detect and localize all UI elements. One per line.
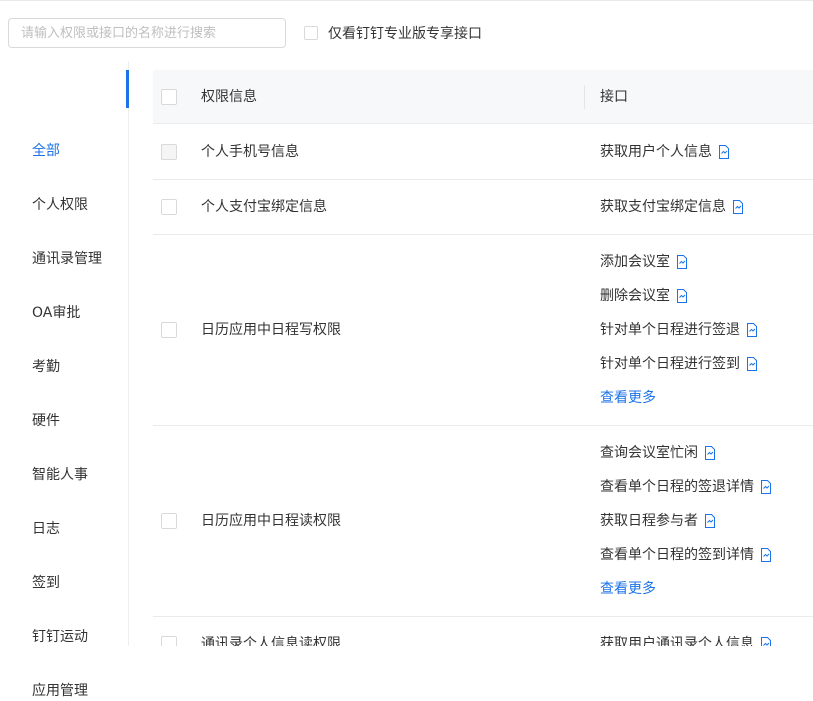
api-name: 获取用户个人信息 <box>600 144 712 160</box>
header-divider <box>584 85 585 109</box>
sidebar-item-log[interactable]: 日志 <box>32 519 60 539</box>
sidebar-item-contacts[interactable]: 通讯录管理 <box>32 249 102 269</box>
table-header: 权限信息 接口 <box>153 70 813 124</box>
document-link-icon[interactable] <box>676 255 688 269</box>
api-name: 查看单个日程的签到详情 <box>600 547 754 563</box>
sidebar-item-smart-hr[interactable]: 智能人事 <box>32 465 88 485</box>
permission-name: 个人手机号信息 <box>201 144 299 160</box>
row-divider <box>153 616 813 617</box>
sidebar-divider <box>128 61 129 646</box>
api-item: 获取用户通讯录个人信息 <box>600 634 772 646</box>
sidebar-item-hardware[interactable]: 硬件 <box>32 411 60 431</box>
header-api: 接口 <box>600 89 628 105</box>
document-link-icon[interactable] <box>760 548 772 562</box>
api-name: 查看单个日程的签退详情 <box>600 479 754 495</box>
view-more-link[interactable]: 查看更多 <box>600 579 656 599</box>
row-divider <box>153 179 813 180</box>
sidebar-item-checkin[interactable]: 签到 <box>32 573 60 593</box>
row-checkbox[interactable] <box>161 322 177 338</box>
permission-name: 个人支付宝绑定信息 <box>201 199 327 215</box>
api-item: 查看单个日程的签退详情 <box>600 477 772 497</box>
api-name: 获取日程参与者 <box>600 513 698 529</box>
api-item: 删除会议室 <box>600 286 688 306</box>
view-more-link[interactable]: 查看更多 <box>600 388 656 408</box>
pro-only-filter[interactable]: 仅看钉钉专业版专享接口 <box>304 23 482 43</box>
document-link-icon[interactable] <box>676 289 688 303</box>
api-name: 获取用户通讯录个人信息 <box>600 636 754 646</box>
sidebar-item-personal[interactable]: 个人权限 <box>32 195 88 215</box>
api-item: 添加会议室 <box>600 252 688 272</box>
api-item: 针对单个日程进行签到 <box>600 354 758 374</box>
api-name: 删除会议室 <box>600 288 670 304</box>
header-permission-info: 权限信息 <box>201 89 257 105</box>
document-link-icon[interactable] <box>760 480 772 494</box>
row-checkbox <box>161 144 177 160</box>
category-sidebar: 全部 个人权限 通讯录管理 OA审批 考勤 硬件 智能人事 日志 签到 钉钉运动… <box>0 61 128 699</box>
api-item: 获取日程参与者 <box>600 511 716 531</box>
permission-name: 通讯录个人信息读权限 <box>201 636 341 646</box>
row-checkbox[interactable] <box>161 513 177 529</box>
sidebar-item-oa-approval[interactable]: OA审批 <box>32 303 80 323</box>
api-item: 查看单个日程的签到详情 <box>600 545 772 565</box>
permission-name: 日历应用中日程写权限 <box>201 322 341 338</box>
api-item: 获取用户个人信息 <box>600 142 730 162</box>
document-link-icon[interactable] <box>718 145 730 159</box>
api-name: 针对单个日程进行签退 <box>600 322 740 338</box>
document-link-icon[interactable] <box>704 446 716 460</box>
row-divider <box>153 234 813 235</box>
document-link-icon[interactable] <box>704 514 716 528</box>
row-divider <box>153 425 813 426</box>
pro-only-label: 仅看钉钉专业版专享接口 <box>328 26 482 42</box>
document-link-icon[interactable] <box>732 200 744 214</box>
api-item: 获取支付宝绑定信息 <box>600 197 744 217</box>
sidebar-item-sports[interactable]: 钉钉运动 <box>32 627 88 647</box>
row-checkbox[interactable] <box>161 636 177 646</box>
document-link-icon[interactable] <box>760 637 772 646</box>
api-name: 查询会议室忙闲 <box>600 445 698 461</box>
row-checkbox[interactable] <box>161 199 177 215</box>
api-item: 针对单个日程进行签退 <box>600 320 758 340</box>
select-all-checkbox[interactable] <box>161 89 177 105</box>
sidebar-item-attendance[interactable]: 考勤 <box>32 357 60 377</box>
sidebar-active-indicator <box>126 70 129 108</box>
pro-only-checkbox[interactable] <box>304 26 318 40</box>
api-name: 添加会议室 <box>600 254 670 270</box>
document-link-icon[interactable] <box>746 357 758 371</box>
api-name: 获取支付宝绑定信息 <box>600 199 726 215</box>
api-name: 针对单个日程进行签到 <box>600 356 740 372</box>
top-divider <box>0 0 813 1</box>
document-link-icon[interactable] <box>746 323 758 337</box>
sidebar-item-app-management[interactable]: 应用管理 <box>32 681 88 701</box>
permission-name: 日历应用中日程读权限 <box>201 513 341 529</box>
api-item: 查询会议室忙闲 <box>600 443 716 463</box>
permission-table: 权限信息 接口 个人手机号信息 获取用户个人信息 个人支付宝绑定信息 获取支付宝… <box>153 70 813 646</box>
sidebar-item-all[interactable]: 全部 <box>32 141 60 161</box>
search-input[interactable] <box>8 18 286 48</box>
